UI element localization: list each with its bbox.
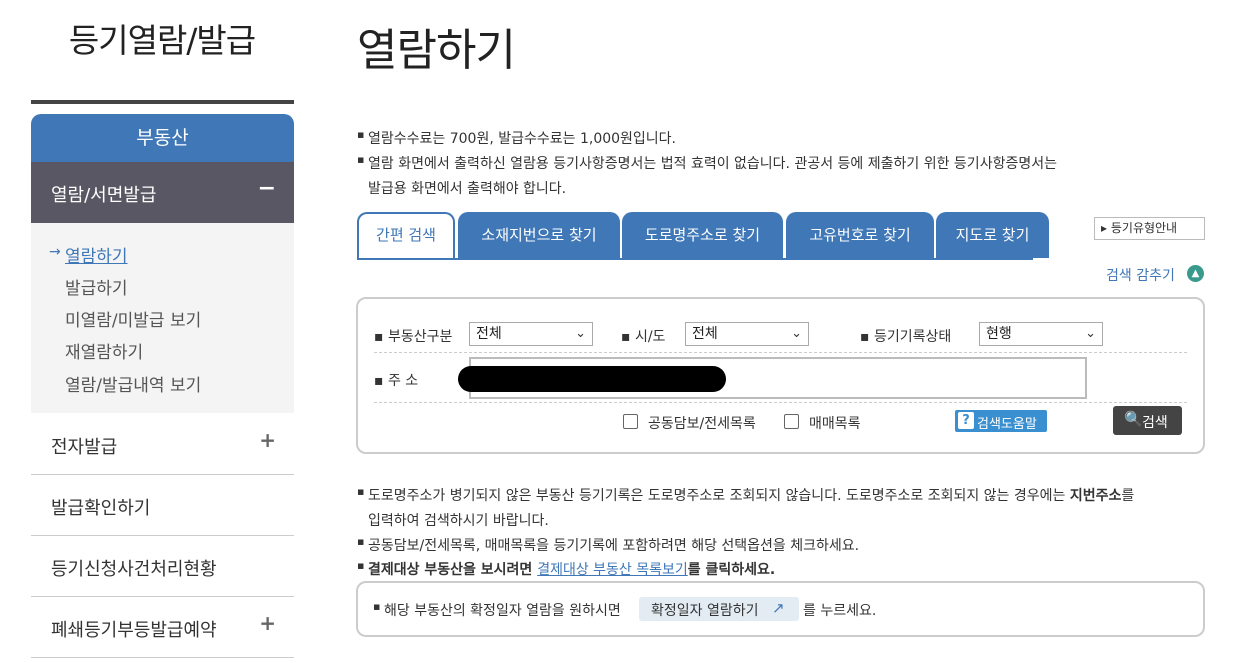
- bullet-icon: ▪: [357, 153, 365, 166]
- redacted-text: [458, 366, 726, 392]
- tab-underline: [357, 258, 1033, 260]
- address-label: ▪ 주 소: [374, 373, 419, 389]
- region-select[interactable]: 전체 ⌄: [685, 322, 809, 346]
- notice-text: 열람 화면에서 출력하신 열람용 등기사항증명서는 법적 효력이 없습니다. 관…: [368, 156, 1057, 172]
- sale-list-checkbox[interactable]: [784, 414, 799, 429]
- sidebar-item-case-status[interactable]: 등기신청사건처리현황: [31, 536, 294, 597]
- bullet-icon: ▪: [357, 128, 365, 141]
- sidebar-section-view-issue[interactable]: 열람/서면발급 −: [31, 162, 294, 223]
- notice-text: 열람수수료는 700원, 발급수수료는 1,000원입니다.: [368, 131, 677, 147]
- search-button[interactable]: 🔍 검색: [1113, 406, 1182, 435]
- sidebar-item-issue[interactable]: 발급하기: [65, 274, 128, 299]
- bullet-icon: ▪: [860, 329, 870, 345]
- page-title: 열람하기: [357, 25, 516, 76]
- sidebar-item-unviewed[interactable]: 미열람/미발급 보기: [65, 306, 201, 331]
- sidebar-divider: [31, 100, 294, 104]
- property-type-select[interactable]: 전체 ⌄: [469, 322, 593, 346]
- bullet-icon: ▪: [374, 373, 384, 389]
- search-icon: 🔍: [1124, 410, 1143, 428]
- fixed-date-view-button[interactable]: 확정일자 열람하기 ↗: [639, 597, 799, 621]
- sale-list-label: 매매목록: [809, 416, 861, 432]
- sidebar-section-label: 열람/서면발급: [51, 185, 157, 206]
- sidebar-item-label: 전자발급: [51, 437, 118, 458]
- tab-road-address[interactable]: 도로명주소로 찾기: [622, 212, 783, 258]
- sidebar-item-view[interactable]: 열람하기: [65, 242, 128, 267]
- sidebar-item-label: 발급확인하기: [51, 498, 151, 519]
- sidebar-item-e-issue[interactable]: 전자발급 +: [31, 414, 294, 475]
- sidebar-item-issue-check[interactable]: 발급확인하기: [31, 475, 294, 536]
- region-label: ▪ 시/도: [621, 329, 666, 345]
- row-divider: [374, 402, 1187, 403]
- collapse-icon[interactable]: −: [258, 176, 276, 201]
- fixed-date-suffix: 를 누르세요.: [803, 603, 877, 619]
- bullet-icon: ▪: [357, 559, 365, 572]
- tab-lot-number[interactable]: 소재지번으로 찾기: [458, 212, 620, 258]
- search-help-button[interactable]: ? 검색도움말: [955, 410, 1047, 432]
- sidebar-item-label: 폐쇄등기부등발급예약: [51, 620, 217, 641]
- tab-unique-number[interactable]: 고유번호로 찾기: [786, 212, 934, 258]
- chevron-down-icon: ⌄: [575, 326, 586, 341]
- registry-type-guide-button[interactable]: ▸ 등기유형안내: [1094, 217, 1205, 240]
- bullet-icon: ▪: [374, 329, 384, 345]
- bullet-icon: ▪: [621, 329, 631, 345]
- tab-simple-search[interactable]: 간편 검색: [357, 212, 455, 259]
- help-label: 검색도움말: [977, 417, 1037, 432]
- bullet-icon: ▪: [357, 535, 365, 548]
- sidebar-submenu: → 열람하기 발급하기 미열람/미발급 보기 재열람하기 열람/발급내역 보기: [31, 223, 294, 413]
- expand-icon[interactable]: +: [259, 611, 276, 635]
- guide-label: 등기유형안내: [1110, 221, 1178, 235]
- current-arrow-icon: →: [49, 244, 61, 260]
- joint-collateral-checkbox[interactable]: [623, 414, 638, 429]
- property-type-label: ▪ 부동산구분: [374, 329, 453, 345]
- sidebar-item-history[interactable]: 열람/발급내역 보기: [65, 371, 201, 396]
- external-link-icon: ↗: [772, 599, 785, 617]
- fixed-date-label: 확정일자 열람하기: [651, 603, 759, 619]
- record-status-select[interactable]: 현행 ⌄: [979, 322, 1103, 346]
- chevron-down-icon: ⌄: [1085, 326, 1096, 341]
- chevron-up-icon[interactable]: ▲: [1187, 265, 1204, 282]
- expand-icon[interactable]: +: [259, 428, 276, 452]
- bullet-icon: ▪: [357, 485, 365, 498]
- payment-list-link[interactable]: 결제대상 부동산 목록보기: [537, 562, 688, 578]
- row-divider: [374, 352, 1187, 353]
- sidebar-category[interactable]: 부동산: [31, 114, 294, 162]
- notice-text: 발급용 화면에서 출력해야 합니다.: [368, 181, 567, 197]
- sidebar-item-label: 등기신청사건처리현황: [51, 559, 217, 580]
- help-icon: ?: [958, 412, 974, 429]
- sidebar-item-closed-reservation[interactable]: 폐쇄등기부등발급예약 +: [31, 597, 294, 658]
- play-icon: ▸: [1101, 221, 1108, 235]
- tab-map[interactable]: 지도로 찾기: [936, 212, 1049, 258]
- record-status-label: ▪ 등기기록상태: [860, 329, 952, 345]
- chevron-down-icon: ⌄: [791, 326, 802, 341]
- joint-collateral-label: 공동담보/전세목록: [648, 416, 756, 432]
- search-label: 검색: [1142, 415, 1168, 431]
- hide-search-link[interactable]: 검색 감추기: [1106, 265, 1175, 285]
- sidebar-title: 등기열람/발급: [68, 21, 256, 60]
- sidebar-item-review[interactable]: 재열람하기: [65, 338, 143, 363]
- bullet-icon: ▪: [373, 600, 381, 613]
